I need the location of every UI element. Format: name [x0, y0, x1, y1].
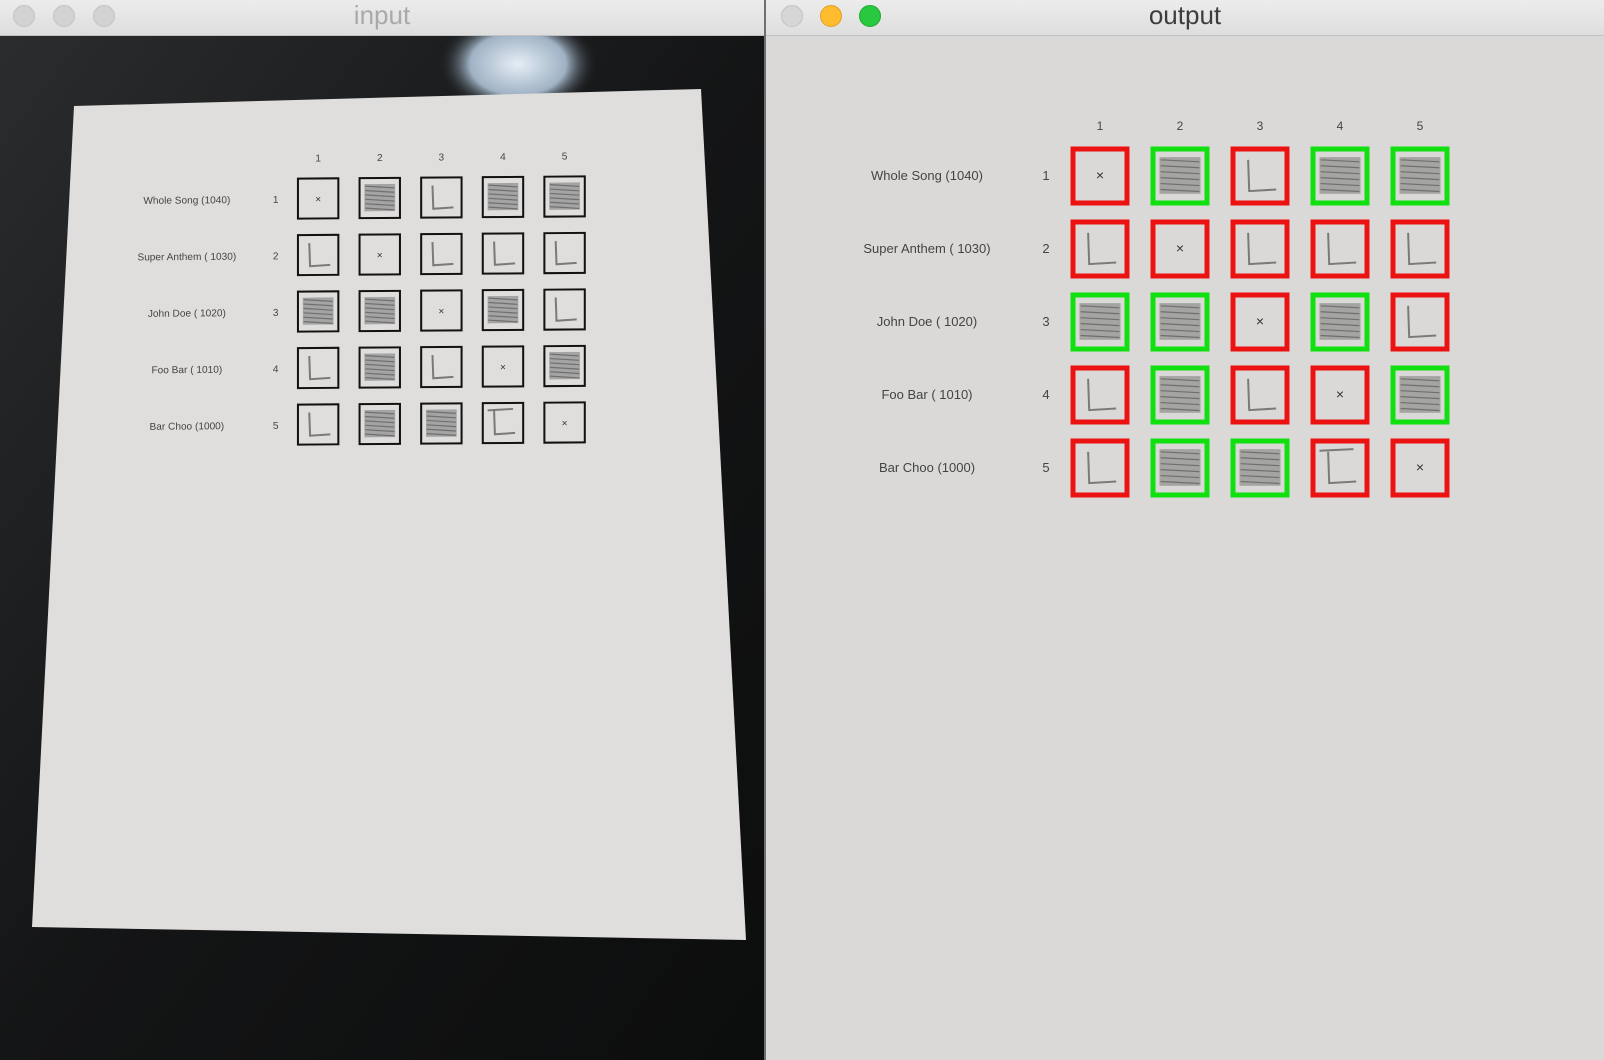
- pencil-shading: [1159, 376, 1201, 413]
- pencil-shading: [1159, 303, 1201, 340]
- column-header-1: 1: [315, 153, 321, 164]
- input-image: 1 2 3 4 5 Whole Song (1040) 1 × Super Anthem ( 1…: [0, 36, 764, 1060]
- pencil-shading: [1319, 303, 1361, 340]
- output-scan: 1 2 3 4 5 Whole Song (1040) 1 × Super Anthem ( 1…: [766, 36, 1604, 1060]
- column-header-2: 2: [377, 153, 383, 164]
- input-titlebar: input: [0, 0, 764, 36]
- row-name: John Doe ( 1020): [877, 314, 977, 329]
- row-name: Whole Song (1040): [871, 168, 983, 183]
- row-name: Foo Bar ( 1010): [881, 387, 972, 402]
- column-header-3: 3: [439, 153, 445, 164]
- window-title: input: [353, 0, 411, 30]
- pencil-shading: [1079, 303, 1121, 340]
- row-name: Bar Choo (1000): [879, 460, 975, 475]
- row-name: Bar Choo (1000): [150, 421, 225, 433]
- row-name: John Doe ( 1020): [148, 308, 226, 320]
- output-image: 1 2 3 4 5 Whole Song (1040) 1 × Super Anthem ( 1…: [766, 36, 1604, 1060]
- input-window: input 1 2 3 4 5 Whole Song (1040) 1 × Super Anth…: [0, 0, 764, 1060]
- x-mark: ×: [1416, 459, 1424, 475]
- column-header-2: 2: [1177, 119, 1184, 133]
- pencil-shading: [1399, 157, 1441, 194]
- x-mark: ×: [377, 251, 383, 262]
- row-name: Super Anthem ( 1030): [137, 252, 236, 264]
- row-name: Foo Bar ( 1010): [151, 365, 222, 377]
- paper-sheet: [32, 89, 746, 940]
- row-number: 1: [1042, 168, 1049, 183]
- output-titlebar: output: [766, 0, 1604, 36]
- row-number: 4: [273, 364, 279, 375]
- x-mark: ×: [562, 419, 568, 430]
- row-number: 2: [1042, 241, 1049, 256]
- t-bar: [487, 407, 514, 412]
- row-number: 2: [273, 251, 279, 262]
- x-mark: ×: [1096, 167, 1104, 183]
- pencil-shading: [1159, 157, 1201, 194]
- output-window: output 1 2 3 4 5 Whole Song (1040) 1 × Super Ant…: [766, 0, 1604, 1060]
- window-title: output: [1148, 0, 1222, 30]
- pencil-shading: [1159, 449, 1201, 486]
- column-header-4: 4: [1337, 119, 1344, 133]
- row-name: Whole Song (1040): [143, 195, 230, 207]
- row-name: Super Anthem ( 1030): [863, 241, 990, 256]
- x-mark: ×: [315, 194, 321, 205]
- input-photo: 1 2 3 4 5 Whole Song (1040) 1 × Super Anthem ( 1…: [0, 36, 764, 1060]
- column-header-4: 4: [500, 152, 506, 163]
- column-header-5: 5: [1417, 119, 1424, 133]
- x-mark: ×: [500, 363, 506, 374]
- row-number: 4: [1042, 387, 1049, 402]
- row-number: 3: [1042, 314, 1049, 329]
- pencil-shading: [1239, 449, 1281, 486]
- row-number: 1: [273, 195, 279, 206]
- x-mark: ×: [1256, 313, 1264, 329]
- row-number: 3: [273, 308, 279, 319]
- x-mark: ×: [1176, 240, 1184, 256]
- column-header-5: 5: [562, 152, 568, 163]
- row-number: 5: [1042, 460, 1049, 475]
- pencil-shading: [1319, 157, 1361, 194]
- x-mark: ×: [1336, 386, 1344, 402]
- pencil-shading: [1399, 376, 1441, 413]
- column-header-1: 1: [1097, 119, 1104, 133]
- x-mark: ×: [438, 307, 444, 318]
- column-header-3: 3: [1257, 119, 1264, 133]
- row-number: 5: [273, 421, 279, 432]
